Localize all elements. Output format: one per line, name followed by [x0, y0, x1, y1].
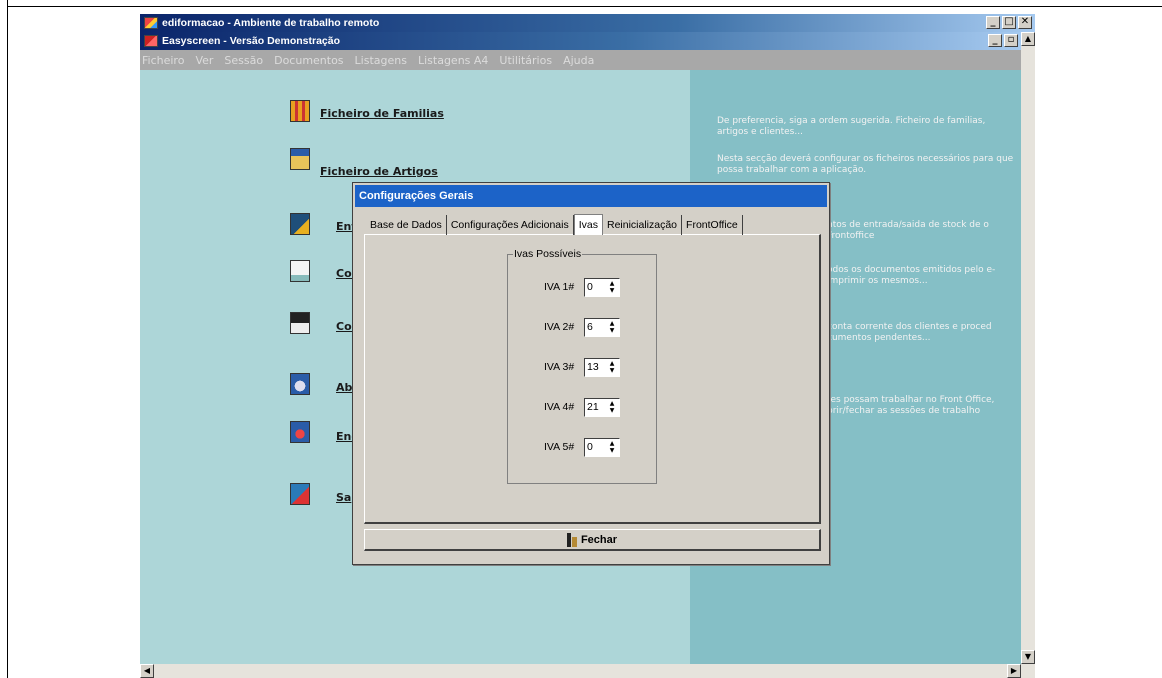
- tab-reinicializacao[interactable]: Reinicialização: [603, 215, 683, 235]
- tab-strip: Base de Dados Configurações Adicionais I…: [366, 214, 743, 235]
- iva-row: IVA 2# 6 ▲ ▼: [508, 318, 658, 338]
- iva-row: IVA 3# 13 ▲ ▼: [508, 358, 658, 378]
- ledger-icon[interactable]: [290, 312, 310, 334]
- description-text: ntos de entrada/saida de stock de o Fron…: [827, 220, 989, 241]
- iva-value: 0: [587, 281, 593, 293]
- scroll-down-icon[interactable]: ▼: [1021, 650, 1035, 664]
- fechar-label: Fechar: [580, 533, 618, 546]
- app-minimize-icon[interactable]: _: [988, 34, 1002, 47]
- horizontal-scrollbar[interactable]: ◀ ▶: [140, 664, 1035, 678]
- frame-line-left: [7, 0, 8, 678]
- document-icon[interactable]: [290, 260, 310, 282]
- menu-utilitarios[interactable]: Utilitários: [499, 54, 552, 67]
- iva-row: IVA 4# 21 ▲ ▼: [508, 398, 658, 418]
- config-dialog: Configurações Gerais Base de Dados Confi…: [352, 182, 830, 565]
- app-titlebar: Easyscreen - Versão Demonstração _ ▫: [140, 32, 1021, 50]
- open-session-icon[interactable]: [290, 373, 310, 395]
- app-title: Easyscreen - Versão Demonstração: [162, 35, 341, 47]
- iva-label: IVA 1#: [544, 281, 575, 293]
- menu-listagens-a4[interactable]: Listagens A4: [418, 54, 488, 67]
- frame-line-top: [7, 6, 1162, 7]
- iva-3-stepper[interactable]: 13 ▲ ▼: [584, 358, 620, 377]
- menu-link-familias[interactable]: Ficheiro de Familias: [320, 107, 444, 120]
- maximize-icon[interactable]: □: [1002, 16, 1016, 29]
- iva-2-stepper[interactable]: 6 ▲ ▼: [584, 318, 620, 337]
- spinner-arrows-icon[interactable]: ▲ ▼: [606, 440, 618, 455]
- description-text: De preferencia, siga a ordem sugerida. F…: [717, 116, 986, 137]
- menu-link-sair[interactable]: Sa: [336, 491, 351, 504]
- description-text: res possam trabalhar no Front Office, br…: [827, 395, 995, 416]
- box-icon[interactable]: [290, 148, 310, 170]
- easyscreen-icon: [144, 35, 158, 47]
- spinner-arrows-icon[interactable]: ▲ ▼: [606, 360, 618, 375]
- minimize-icon[interactable]: _: [986, 16, 1000, 29]
- ivas-groupbox: Ivas Possíveis IVA 1# 0 ▲ ▼ IVA 2# 6 ▲ ▼ I…: [507, 248, 658, 484]
- menubar: Ficheiro Ver Sessão Documentos Listagens…: [140, 50, 1021, 70]
- description-text: odos os documentos emitidos pelo e-impri…: [827, 265, 996, 286]
- iva-value: 6: [587, 321, 593, 333]
- close-session-icon[interactable]: [290, 421, 310, 443]
- iva-label: IVA 4#: [544, 401, 575, 413]
- scroll-right-icon[interactable]: ▶: [1007, 664, 1021, 678]
- scroll-left-icon[interactable]: ◀: [140, 664, 154, 678]
- menu-sessao[interactable]: Sessão: [224, 54, 263, 67]
- spinner-arrows-icon[interactable]: ▲ ▼: [606, 400, 618, 415]
- tab-configuracoes-adicionais[interactable]: Configurações Adicionais: [447, 215, 574, 235]
- remote-titlebar: ediformacao - Ambiente de trabalho remot…: [140, 14, 1035, 32]
- stock-icon[interactable]: [290, 213, 310, 235]
- app-window-buttons: _ ▫: [988, 34, 1018, 47]
- iva-1-stepper[interactable]: 0 ▲ ▼: [584, 278, 620, 297]
- iva-4-stepper[interactable]: 21 ▲ ▼: [584, 398, 620, 417]
- dialog-title: Configurações Gerais: [355, 185, 827, 207]
- iva-value: 21: [587, 401, 599, 413]
- door-icon: [566, 532, 577, 547]
- app-restore-icon[interactable]: ▫: [1004, 34, 1018, 47]
- iva-label: IVA 3#: [544, 361, 575, 373]
- menu-ficheiro[interactable]: Ficheiro: [142, 54, 184, 67]
- close-icon[interactable]: ✕: [1018, 16, 1032, 29]
- remote-window-buttons: _ □ ✕: [986, 16, 1032, 29]
- menu-ajuda[interactable]: Ajuda: [563, 54, 594, 67]
- dialog-footer: Fechar: [364, 529, 821, 551]
- iva-label: IVA 2#: [544, 321, 575, 333]
- spinner-arrows-icon[interactable]: ▲ ▼: [606, 320, 618, 335]
- fechar-button[interactable]: Fechar: [566, 532, 618, 547]
- description-text: conta corrente dos clientes e proced cum…: [827, 322, 992, 343]
- iva-5-stepper[interactable]: 0 ▲ ▼: [584, 438, 620, 457]
- tab-frontoffice[interactable]: FrontOffice: [682, 215, 743, 235]
- scroll-up-icon[interactable]: ▲: [1021, 32, 1035, 46]
- spinner-arrows-icon[interactable]: ▲ ▼: [606, 280, 618, 295]
- group-label: Ivas Possíveis: [513, 248, 583, 260]
- description-text: Nesta secção deverá configurar os fichei…: [717, 154, 1014, 175]
- iva-value: 0: [587, 441, 593, 453]
- menu-ver[interactable]: Ver: [195, 54, 213, 67]
- remote-title: ediformacao - Ambiente de trabalho remot…: [162, 17, 380, 29]
- tab-base-de-dados[interactable]: Base de Dados: [366, 215, 447, 235]
- menu-link-artigos[interactable]: Ficheiro de Artigos: [320, 165, 438, 178]
- grid-icon[interactable]: [290, 100, 310, 122]
- iva-label: IVA 5#: [544, 441, 575, 453]
- tab-ivas[interactable]: Ivas: [573, 214, 603, 235]
- vertical-scrollbar[interactable]: ▲ ▼: [1021, 32, 1035, 664]
- menu-documentos[interactable]: Documentos: [274, 54, 343, 67]
- menu-listagens[interactable]: Listagens: [355, 54, 407, 67]
- iva-row: IVA 1# 0 ▲ ▼: [508, 278, 658, 298]
- iva-value: 13: [587, 361, 599, 373]
- exit-icon[interactable]: [290, 483, 310, 505]
- remote-app-icon: [144, 17, 158, 29]
- iva-row: IVA 5# 0 ▲ ▼: [508, 438, 658, 458]
